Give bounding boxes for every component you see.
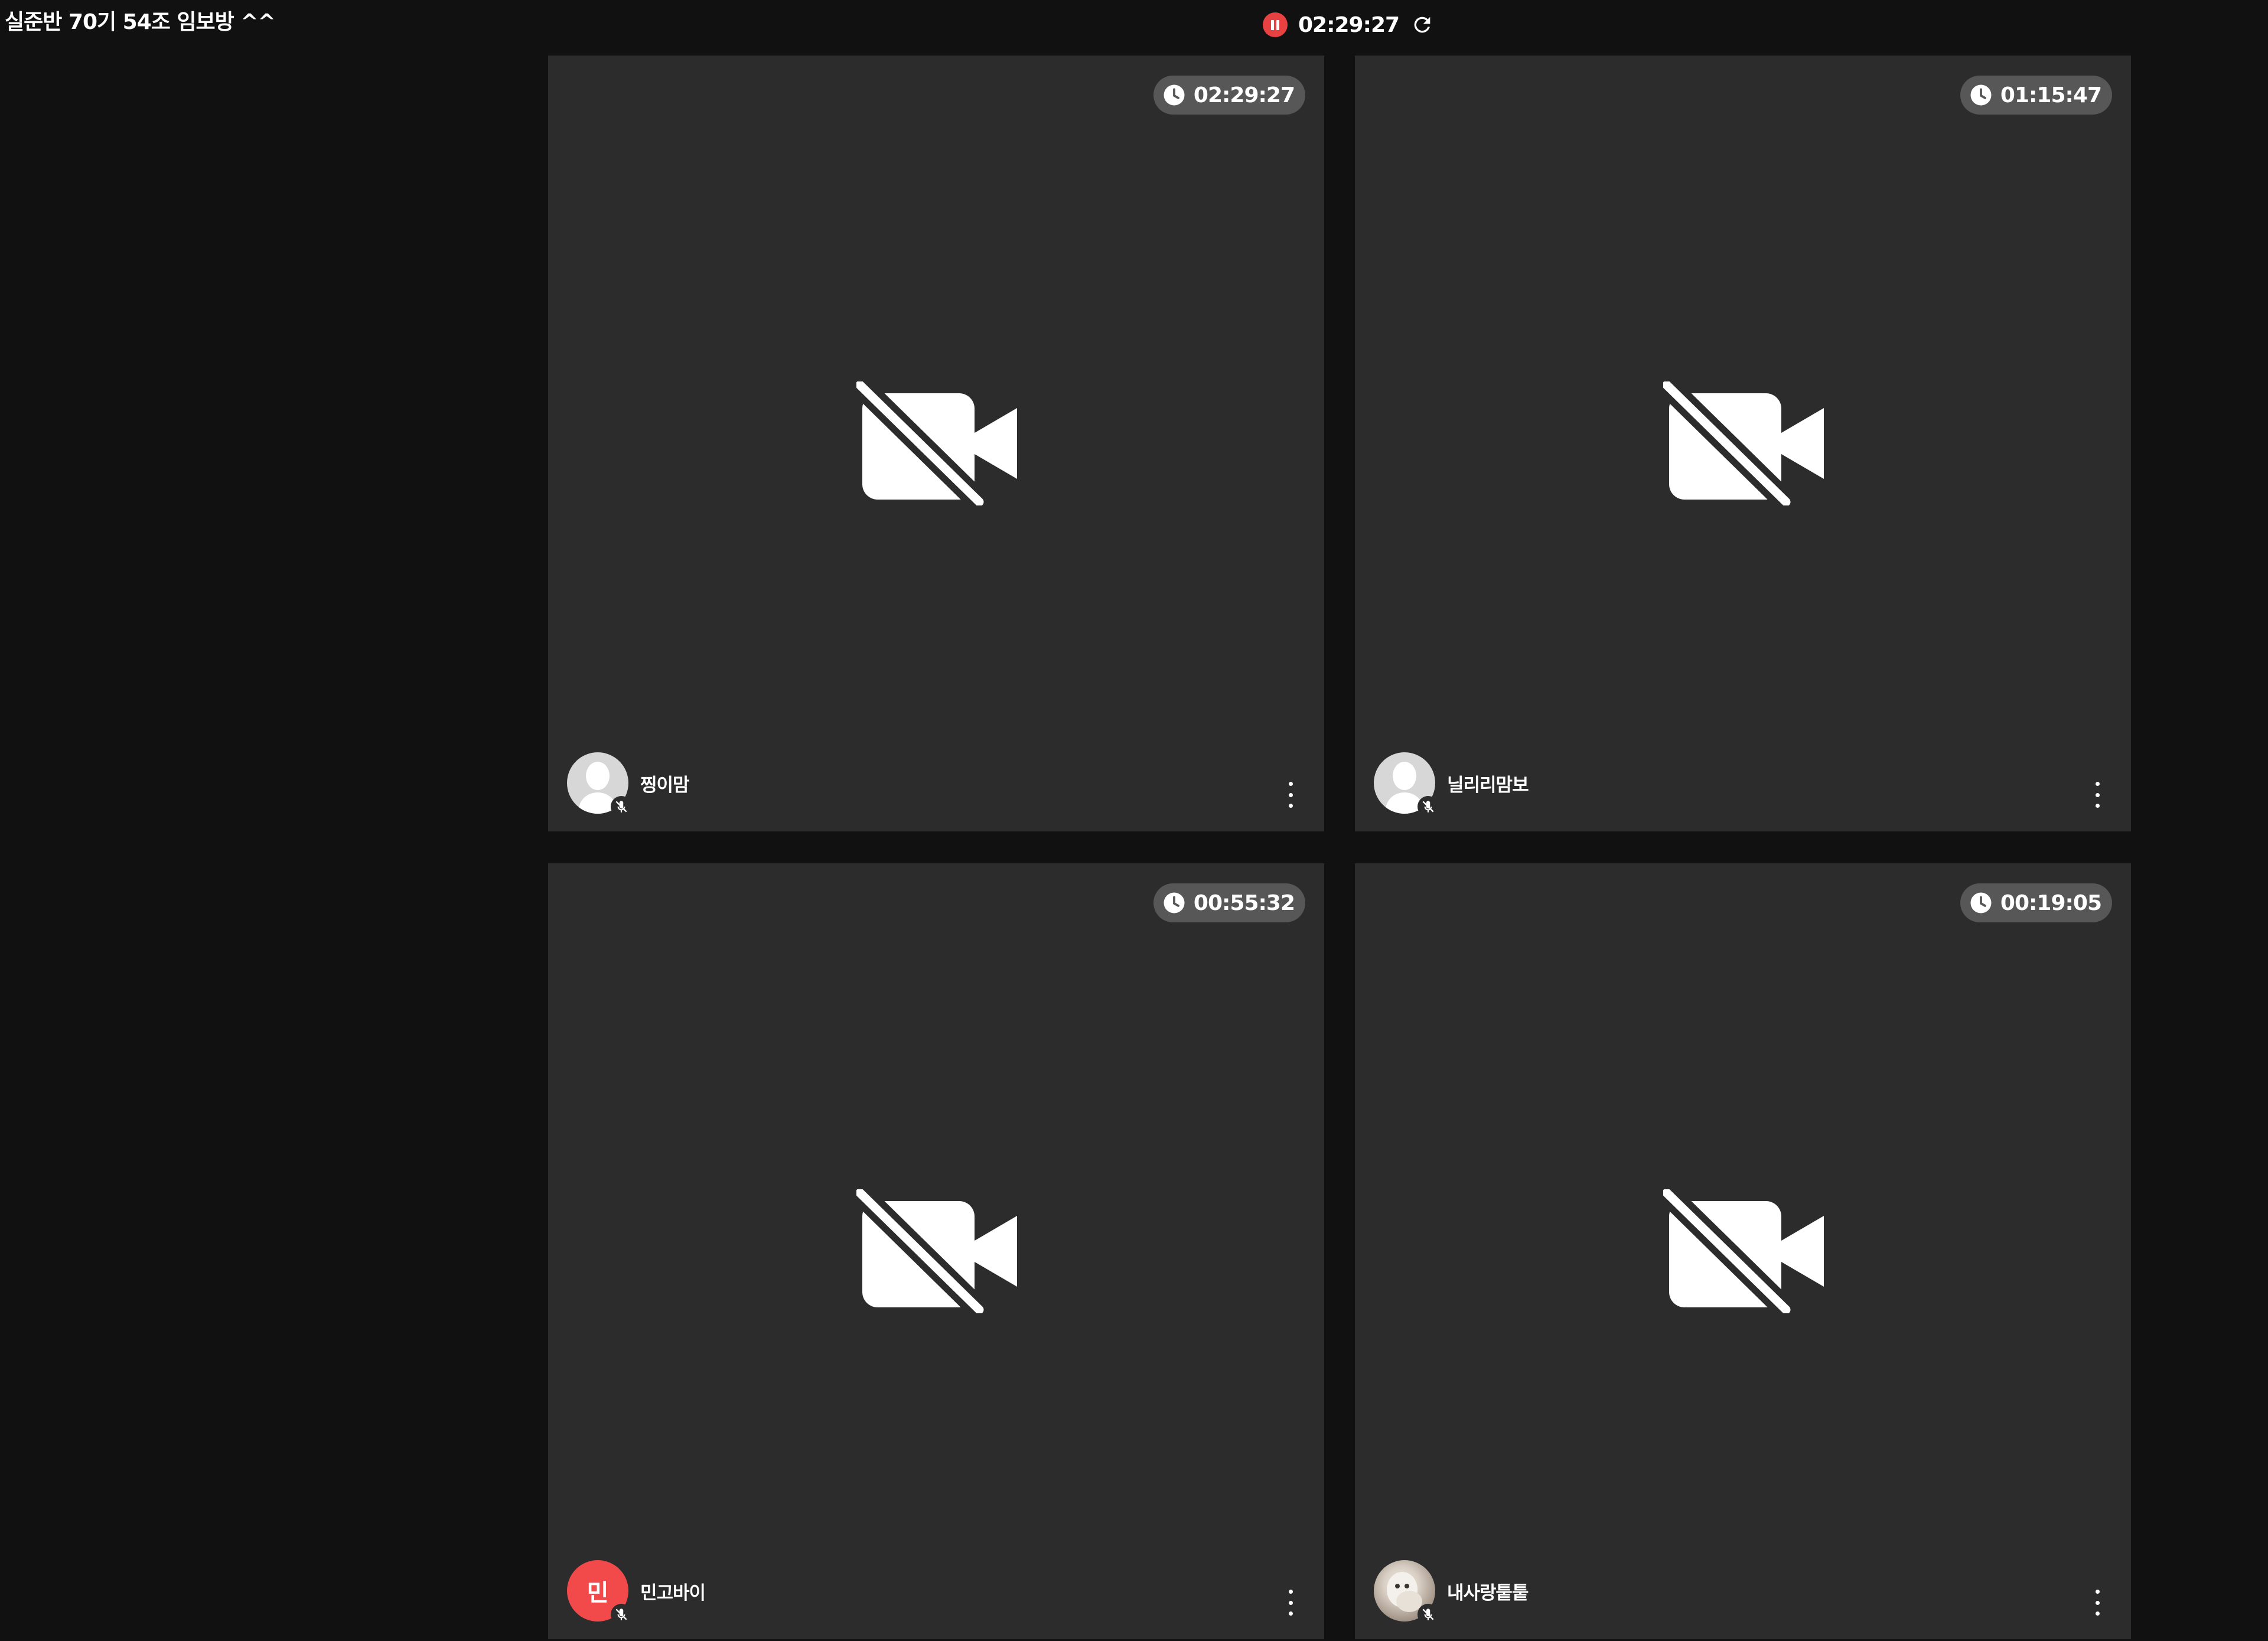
- camera-off-icon: [845, 370, 1017, 516]
- avatar: [1374, 752, 1439, 817]
- participant-timer-text: 01:15:47: [2000, 83, 2102, 107]
- participant-name: 민고바이: [640, 1582, 706, 1604]
- more-options-button[interactable]: [1282, 782, 1299, 808]
- participant-info: 닐리리맘보: [1374, 752, 1529, 817]
- participant-name: 내사랑퉅퉅: [1447, 1582, 1529, 1604]
- video-meeting-app: 실준반 70기 54조 임보방 ^^ 02:29:27 02:29:27 찡이맘…: [0, 0, 2268, 1641]
- camera-off-icon: [1652, 370, 1824, 516]
- room-title: 실준반 70기 54조 임보방 ^^: [5, 10, 276, 34]
- session-status: 02:29:27: [1263, 8, 1435, 41]
- participant-info: 찡이맘: [567, 752, 690, 817]
- participant-timer-badge: 02:29:27: [1153, 76, 1305, 115]
- clock-icon: [1162, 890, 1187, 915]
- participant-info: 민 민고바이: [567, 1560, 706, 1625]
- participant-timer-text: 02:29:27: [1193, 83, 1295, 107]
- participant-timer-badge: 00:55:32: [1153, 883, 1305, 922]
- clock-icon: [1969, 83, 1993, 107]
- clock-icon: [1162, 83, 1187, 107]
- participant-info: 내사랑퉅퉅: [1374, 1560, 1529, 1625]
- participant-name: 닐리리맘보: [1447, 774, 1529, 796]
- more-options-button[interactable]: [1282, 1590, 1299, 1616]
- mic-off-icon: [1418, 1604, 1439, 1625]
- top-bar: 실준반 70기 54조 임보방 ^^ 02:29:27: [0, 0, 2268, 54]
- avatar: [567, 752, 632, 817]
- more-options-button[interactable]: [2088, 782, 2106, 808]
- mic-off-icon: [1418, 796, 1439, 817]
- mic-off-icon: [611, 796, 632, 817]
- session-elapsed-time: 02:29:27: [1298, 12, 1400, 37]
- avatar: [1374, 1560, 1439, 1625]
- participant-tile[interactable]: 00:55:32 민 민고바이: [548, 863, 1324, 1639]
- camera-off-icon: [1652, 1178, 1824, 1323]
- participant-timer-badge: 00:19:05: [1960, 883, 2112, 922]
- more-options-button[interactable]: [2088, 1590, 2106, 1616]
- clock-icon: [1969, 890, 1993, 915]
- participant-tile[interactable]: 02:29:27 찡이맘: [548, 56, 1324, 831]
- participant-name: 찡이맘: [640, 774, 690, 796]
- participant-timer-text: 00:19:05: [2000, 890, 2102, 915]
- camera-off-icon: [845, 1178, 1017, 1323]
- participant-timer-badge: 01:15:47: [1960, 76, 2112, 115]
- participant-timer-text: 00:55:32: [1193, 890, 1295, 915]
- participant-tile[interactable]: 01:15:47 닐리리맘보: [1355, 56, 2131, 831]
- mic-off-icon: [611, 1604, 632, 1625]
- pause-record-icon[interactable]: [1263, 12, 1288, 37]
- avatar: 민: [567, 1560, 632, 1625]
- participant-grid: 02:29:27 찡이맘 01:15:47 닐리리맘보 00:55:32 민 민…: [548, 56, 2131, 1639]
- participant-tile[interactable]: 00:19:05 내사랑퉅퉅: [1355, 863, 2131, 1639]
- refresh-icon[interactable]: [1410, 12, 1435, 37]
